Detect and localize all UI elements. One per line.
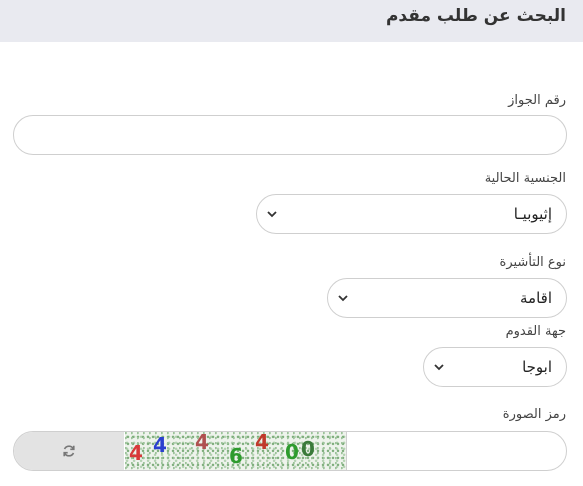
chevron-down-icon (265, 207, 279, 221)
captcha-image: 4446400 (125, 432, 347, 470)
passport-label: رقم الجواز (508, 93, 566, 108)
visa-type-label: نوع التأشيرة (499, 255, 566, 270)
arrival-value: ابوجا (522, 358, 552, 376)
nationality-select[interactable]: إثيوبيـا (256, 194, 567, 234)
captcha-field: 4446400 (13, 431, 567, 471)
arrival-label: جهة القدوم (505, 324, 566, 339)
arrival-select[interactable]: ابوجا (423, 347, 567, 387)
visa-type-select[interactable]: اقامة (327, 278, 567, 318)
passport-input[interactable] (13, 115, 567, 155)
nationality-value: إثيوبيـا (513, 205, 552, 223)
captcha-input[interactable] (347, 432, 566, 470)
refresh-captcha-button[interactable] (14, 432, 124, 470)
captcha-digit: 0 (285, 440, 299, 464)
captcha-digit: 0 (301, 437, 315, 461)
page-title: البحث عن طلب مقدم (385, 6, 566, 26)
nationality-label: الجنسية الحالية (484, 171, 566, 186)
page-header: البحث عن طلب مقدم (0, 0, 583, 42)
chevron-down-icon (336, 291, 350, 305)
chevron-down-icon (432, 360, 446, 374)
visa-type-value: اقامة (520, 289, 552, 307)
captcha-digit: 4 (255, 432, 269, 454)
captcha-label: رمز الصورة (502, 407, 566, 422)
refresh-icon (63, 445, 75, 457)
captcha-digit: 4 (129, 441, 143, 465)
captcha-digit: 6 (229, 444, 243, 468)
captcha-digit: 4 (153, 433, 167, 457)
captcha-digit: 4 (195, 432, 209, 454)
